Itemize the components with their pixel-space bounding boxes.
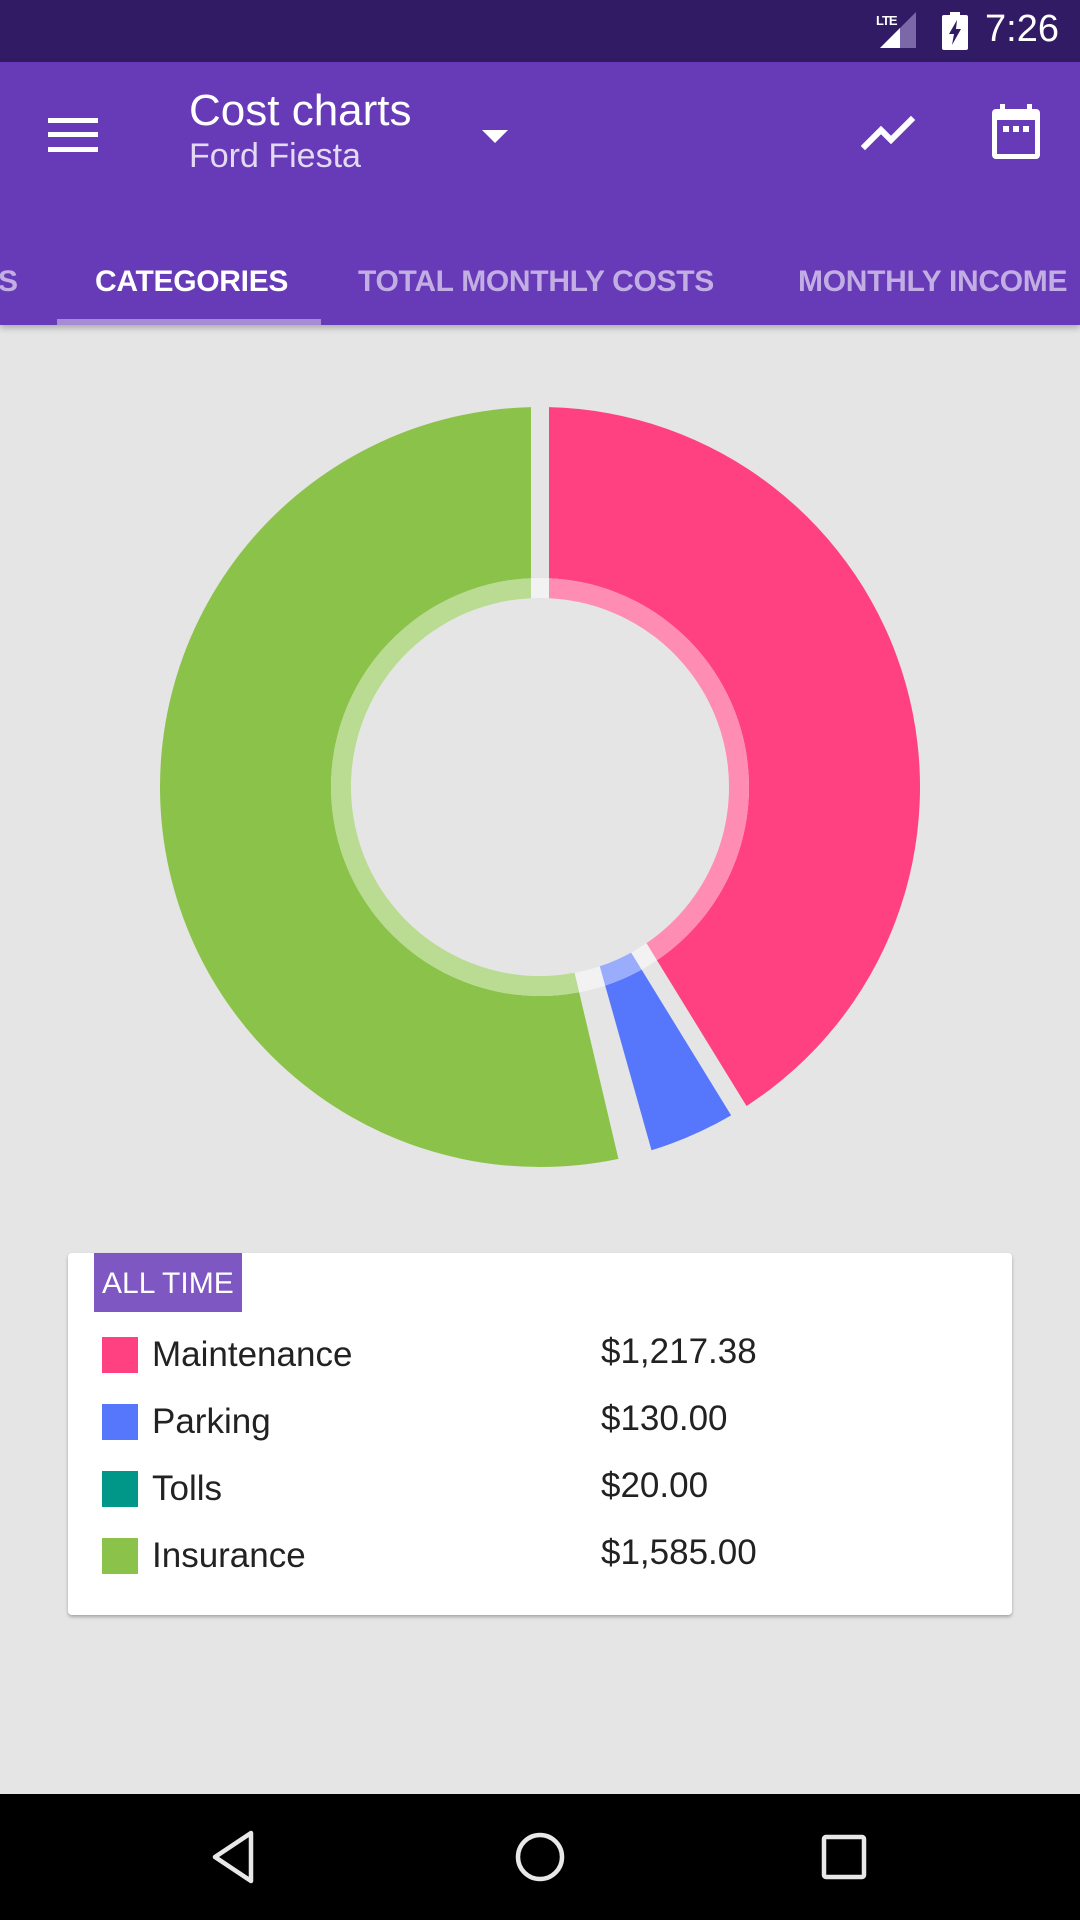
page-title: Cost charts: [189, 86, 412, 135]
tab-monthly-income[interactable]: MONTHLY INCOME: [798, 230, 1067, 325]
legend-value: $1,217.38: [601, 1332, 757, 1371]
legend-swatch: [102, 1337, 138, 1373]
trending-chart-icon: [861, 115, 916, 151]
legend-row-maintenance[interactable]: Maintenance $1,217.38: [68, 1332, 1012, 1397]
legend-row-parking[interactable]: Parking $130.00: [68, 1399, 1012, 1464]
calendar-button[interactable]: [980, 96, 1052, 168]
legend-card: ALL TIME Maintenance $1,217.38 Parking $…: [68, 1253, 1012, 1615]
system-nav-bar: [0, 1794, 1080, 1920]
tab-total-monthly-costs[interactable]: TOTAL MONTHLY COSTS: [358, 230, 714, 325]
legend-value: $20.00: [601, 1466, 709, 1505]
legend-label: Parking: [152, 1402, 271, 1441]
vehicle-name: Ford Fiesta: [189, 137, 361, 175]
back-icon: [212, 1830, 254, 1884]
legend-swatch: [102, 1471, 138, 1507]
calendar-icon: [992, 104, 1040, 159]
legend-row-insurance[interactable]: Insurance $1,585.00: [68, 1533, 1012, 1598]
app-bar: Cost charts Ford Fiesta S CATEGORIES TOT…: [0, 62, 1080, 325]
battery-charging-icon: [942, 12, 968, 50]
tab-bar: S CATEGORIES TOTAL MONTHLY COSTS MONTHLY…: [0, 230, 1080, 325]
home-icon: [515, 1832, 565, 1882]
tab-categories[interactable]: CATEGORIES: [95, 230, 288, 325]
menu-button[interactable]: [36, 102, 110, 158]
category-donut-chart: [0, 325, 1080, 1225]
clock: 7:26: [985, 8, 1059, 50]
legend-label: Maintenance: [152, 1335, 353, 1374]
legend-swatch: [102, 1538, 138, 1574]
recents-button[interactable]: [799, 1820, 889, 1894]
donut-chart-svg: [160, 407, 921, 1168]
home-button[interactable]: [495, 1820, 585, 1894]
legend-value: $1,585.00: [601, 1533, 757, 1572]
recents-icon: [821, 1834, 867, 1880]
status-bar: LTE 7:26: [0, 0, 1080, 62]
legend-row-tolls[interactable]: Tolls $20.00: [68, 1466, 1012, 1531]
legend-label: Insurance: [152, 1536, 306, 1575]
trend-chart-button[interactable]: [853, 96, 925, 168]
vehicle-selector[interactable]: Cost charts Ford Fiesta: [189, 86, 412, 176]
legend-swatch: [102, 1404, 138, 1440]
period-badge[interactable]: ALL TIME: [94, 1253, 242, 1312]
legend-label: Tolls: [152, 1469, 223, 1508]
network-type-label: LTE: [876, 13, 898, 28]
tab-previous[interactable]: S: [0, 230, 18, 325]
dropdown-arrow-icon[interactable]: [482, 130, 508, 143]
legend-value: $130.00: [601, 1399, 728, 1438]
back-button[interactable]: [190, 1820, 280, 1894]
